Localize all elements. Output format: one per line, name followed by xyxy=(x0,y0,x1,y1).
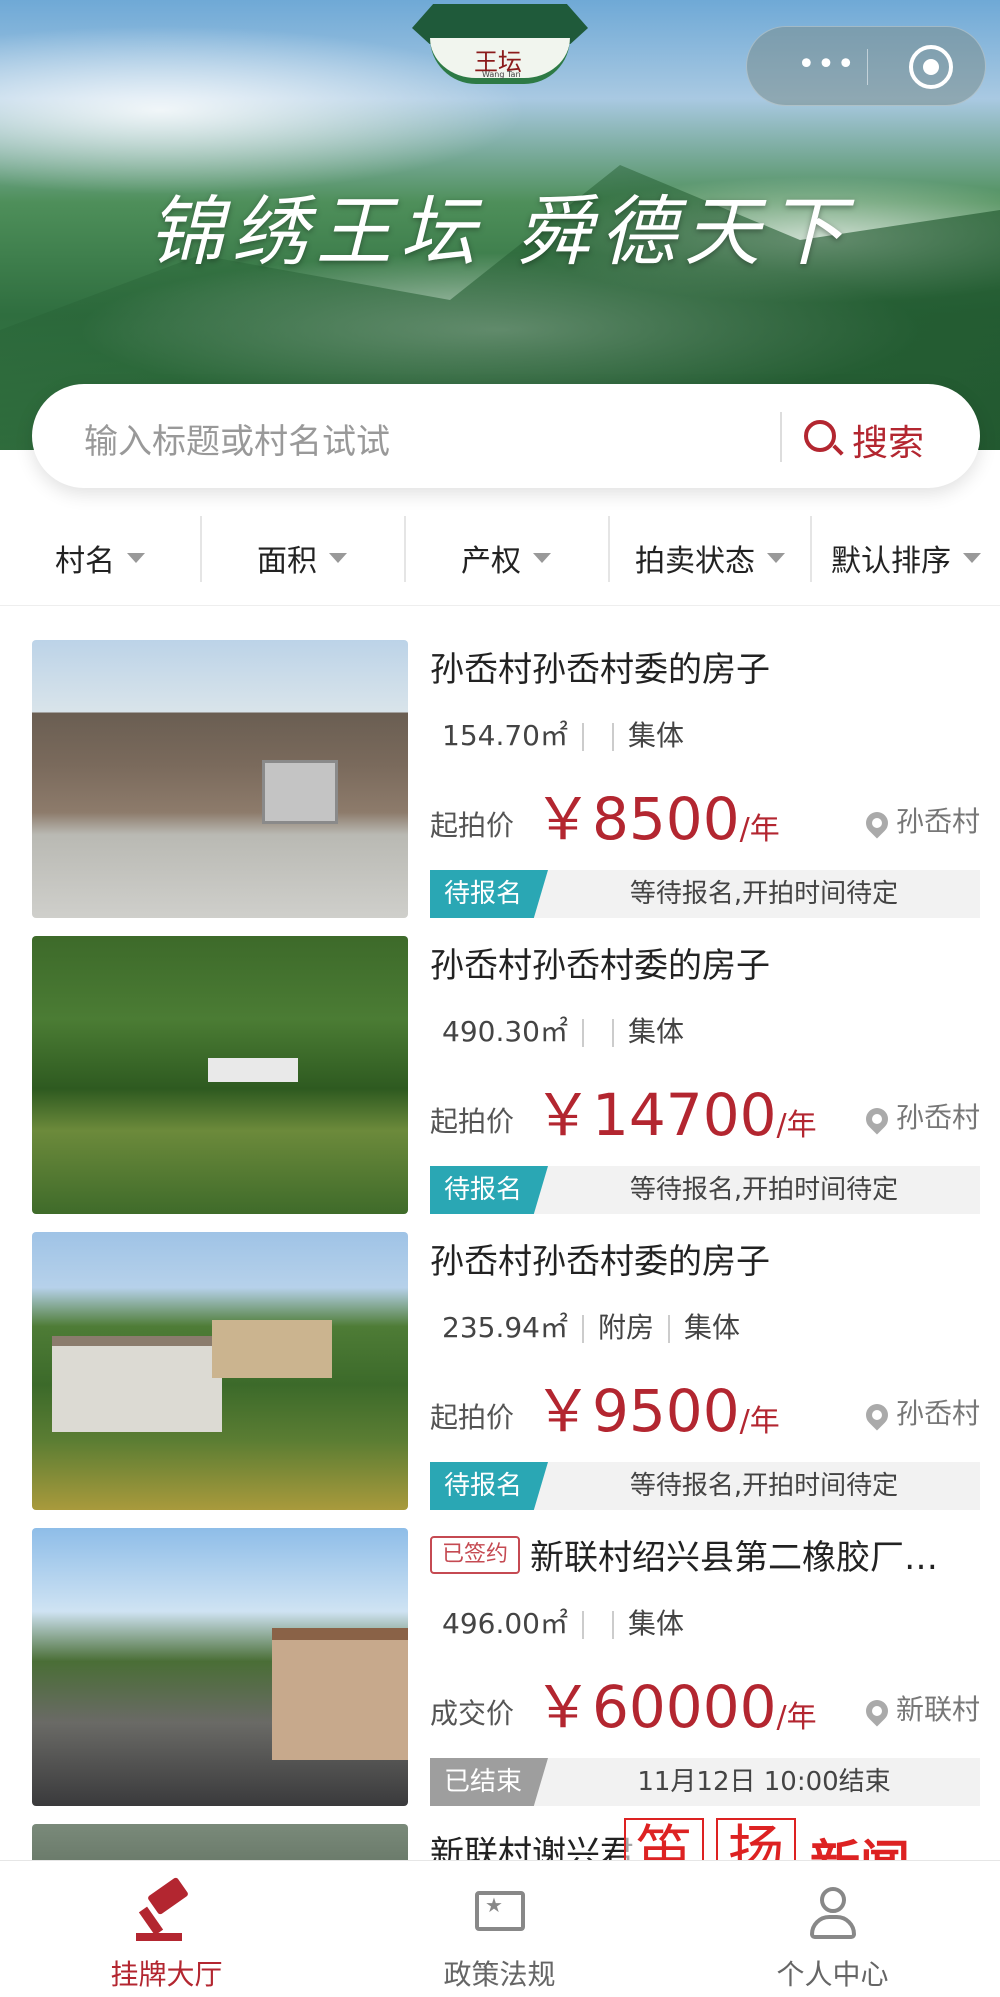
price-label: 起拍价 xyxy=(430,809,515,842)
tab-listing-hall[interactable]: 挂牌大厅 xyxy=(0,1861,333,1997)
price-value: ￥9500/年 xyxy=(534,1377,780,1445)
status-badge: 待报名 xyxy=(430,1462,548,1510)
price-value: ￥8500/年 xyxy=(534,785,780,853)
price-row: 成交价 ￥60000/年 新联村 xyxy=(430,1658,980,1741)
banner-slogan: 锦绣王坛 舜德天下 xyxy=(147,187,853,276)
chevron-down-icon xyxy=(533,553,551,563)
location-pin-icon xyxy=(861,1399,893,1431)
wangtan-logo: 王坛 Wang Tan xyxy=(412,0,588,86)
chevron-down-icon xyxy=(329,553,347,563)
listing-location: 新联村 xyxy=(861,1688,980,1728)
price-row: 起拍价 ￥9500/年 孙岙村 xyxy=(430,1362,980,1445)
chevron-down-icon xyxy=(963,553,981,563)
status-text: 等待报名,开拍时间待定 xyxy=(629,1175,899,1205)
chevron-down-icon xyxy=(127,553,145,563)
filter-village[interactable]: 村名 xyxy=(0,510,200,606)
status-row: 待报名 等待报名,开拍时间待定 xyxy=(430,1462,980,1510)
user-icon xyxy=(802,1883,862,1943)
status-row: 待报名 等待报名,开拍时间待定 xyxy=(430,1166,980,1214)
status-text: 11月12日 10:00结束 xyxy=(637,1767,891,1797)
listing-photo xyxy=(32,640,408,918)
listing-location: 孙岙村 xyxy=(861,800,980,840)
close-miniprogram-icon[interactable] xyxy=(909,45,953,89)
search-input[interactable]: 输入标题或村名试试 xyxy=(84,414,390,463)
filter-area[interactable]: 面积 xyxy=(202,510,402,606)
price-row: 起拍价 ￥8500/年 孙岙村 xyxy=(430,770,980,853)
listing-photo xyxy=(32,1528,408,1806)
status-badge: 待报名 xyxy=(430,870,548,918)
listing-photo xyxy=(32,936,408,1214)
price-value: ￥60000/年 xyxy=(534,1673,817,1741)
status-row: 待报名 等待报名,开拍时间待定 xyxy=(430,870,980,918)
filter-auction-status[interactable]: 拍卖状态 xyxy=(610,510,810,606)
listing-meta: 496.00㎡ 集体 xyxy=(442,1607,684,1640)
list-item[interactable]: 孙岙村孙岙村委的房子 490.30㎡ 集体 起拍价 ￥14700/年 孙岙村 待报… xyxy=(0,916,1000,1214)
location-pin-icon xyxy=(861,807,893,839)
listing-title: 新联村绍兴县第二橡胶厂… xyxy=(530,1538,938,1578)
tab-label: 政策法规 xyxy=(443,1958,556,1991)
price-value: ￥14700/年 xyxy=(534,1081,817,1149)
tab-label: 个人中心 xyxy=(776,1958,889,1991)
search-bar[interactable]: 输入标题或村名试试 搜索 xyxy=(32,384,980,488)
status-badge: 已结束 xyxy=(430,1758,548,1806)
status-row: 已结束 11月12日 10:00结束 xyxy=(430,1758,980,1806)
location-pin-icon xyxy=(861,1103,893,1135)
listing-location: 孙岙村 xyxy=(861,1392,980,1432)
bottom-tab-bar: 挂牌大厅 政策法规 个人中心 xyxy=(0,1860,1000,1997)
chevron-down-icon xyxy=(767,553,785,563)
listing-meta: 490.30㎡ 集体 xyxy=(442,1015,684,1048)
search-button-label: 搜索 xyxy=(852,423,925,464)
listing-photo xyxy=(32,1232,408,1510)
status-text: 等待报名,开拍时间待定 xyxy=(629,1471,899,1501)
tab-policies[interactable]: 政策法规 xyxy=(333,1861,666,1997)
more-menu-icon[interactable]: ••• xyxy=(783,50,871,82)
price-label: 成交价 xyxy=(430,1697,515,1730)
status-badge: 待报名 xyxy=(430,1166,548,1214)
status-text: 等待报名,开拍时间待定 xyxy=(629,879,899,909)
signed-badge: 已签约 xyxy=(430,1536,521,1574)
location-pin-icon xyxy=(861,1695,893,1727)
filter-sort[interactable]: 默认排序 xyxy=(812,510,1000,606)
gavel-icon xyxy=(136,1876,196,1943)
price-label: 起拍价 xyxy=(430,1105,515,1138)
list-item[interactable]: 孙岙村孙岙村委的房子 154.70㎡ 集体 起拍价 ￥8500/年 孙岙村 待报名… xyxy=(0,620,1000,918)
search-button[interactable]: 搜索 xyxy=(802,406,962,466)
price-label: 起拍价 xyxy=(430,1401,515,1434)
tab-personal-center[interactable]: 个人中心 xyxy=(666,1861,999,1997)
miniprogram-capsule: ••• xyxy=(746,26,986,106)
listing-title: 孙岙村孙岙村委的房子 xyxy=(430,946,770,986)
price-row: 起拍价 ￥14700/年 孙岙村 xyxy=(430,1066,980,1149)
listing-title: 孙岙村孙岙村委的房子 xyxy=(430,650,770,690)
list-item[interactable]: 已签约 新联村绍兴县第二橡胶厂… 496.00㎡ 集体 成交价 ￥60000/年 … xyxy=(0,1508,1000,1806)
logo-subtext: Wang Tan xyxy=(482,70,521,79)
listing-title: 孙岙村孙岙村委的房子 xyxy=(430,1242,770,1282)
listing-location: 孙岙村 xyxy=(861,1096,980,1136)
filter-bar: 村名 面积 产权 拍卖状态 默认排序 xyxy=(0,510,1000,606)
list-item[interactable]: 孙岙村孙岙村委的房子 235.94㎡ 附房 集体 起拍价 ￥9500/年 孙岙村 待… xyxy=(0,1212,1000,1510)
listing-meta: 154.70㎡ 集体 xyxy=(442,719,684,752)
policy-book-icon xyxy=(469,1883,529,1943)
listing-meta: 235.94㎡ 附房 集体 xyxy=(442,1311,741,1344)
filter-property-right[interactable]: 产权 xyxy=(406,510,606,606)
search-icon xyxy=(804,420,836,452)
tab-label: 挂牌大厅 xyxy=(110,1958,223,1991)
listing-photo xyxy=(32,1824,408,1860)
